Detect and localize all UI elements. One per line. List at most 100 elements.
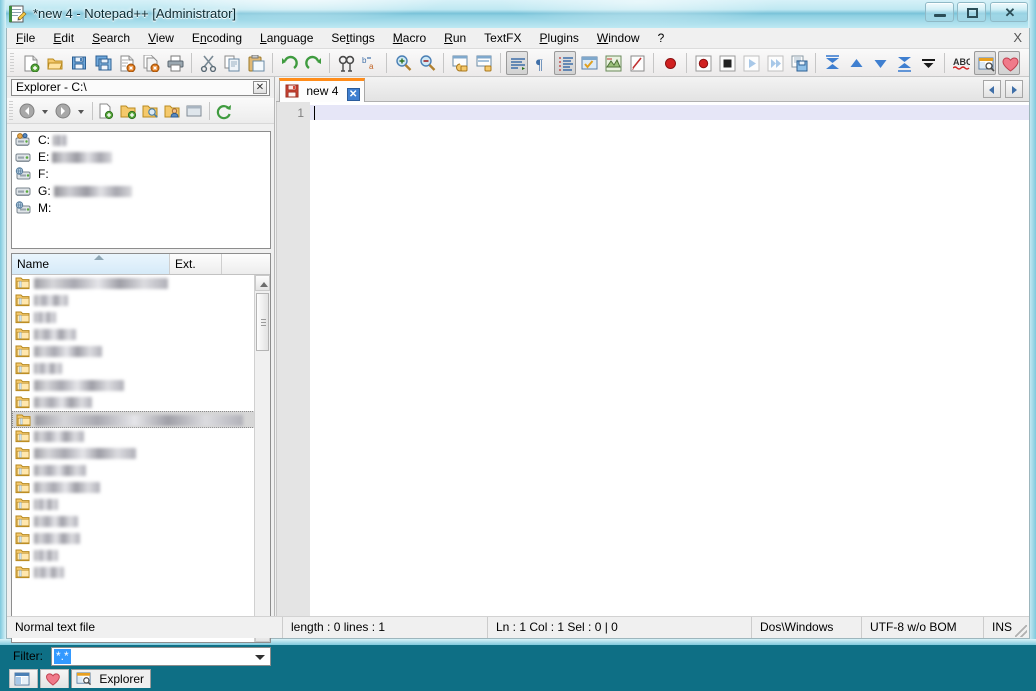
cut-icon[interactable] <box>197 51 219 75</box>
file-list-row[interactable] <box>12 445 255 462</box>
run-multiple-macro-icon[interactable] <box>764 51 786 75</box>
print-icon[interactable] <box>164 51 186 75</box>
forward-dropdown-icon[interactable] <box>75 100 88 122</box>
menu-item-search[interactable]: Search <box>83 28 139 48</box>
file-list-row[interactable] <box>12 377 255 394</box>
status-eol-format[interactable]: Dos\Windows <box>752 617 862 638</box>
tab-scroll-right-button[interactable] <box>1005 80 1023 98</box>
find-icon[interactable] <box>335 51 357 75</box>
zoom-out-icon[interactable] <box>416 51 438 75</box>
new-file-icon[interactable] <box>20 51 42 75</box>
file-list-row-selected[interactable] <box>12 411 255 428</box>
menu-item-textfx[interactable]: TextFX <box>475 28 530 48</box>
filter-input[interactable]: *.* <box>54 649 71 664</box>
open-file-icon[interactable] <box>44 51 66 75</box>
sync-horizontal-scroll-icon[interactable] <box>473 51 495 75</box>
file-list-row[interactable] <box>12 360 255 377</box>
menu-item-help[interactable]: ? <box>649 28 674 48</box>
menu-item-file[interactable]: FFileile <box>7 28 44 48</box>
drive-list[interactable]: C:E:F:G:M: <box>11 131 271 249</box>
drive-item[interactable]: C: <box>12 132 270 149</box>
dock-tab-project-panel[interactable] <box>9 669 38 688</box>
file-list-row[interactable] <box>12 462 255 479</box>
menu-item-plugins[interactable]: Plugins <box>531 28 588 48</box>
file-list-row[interactable] <box>12 394 255 411</box>
user-defined-dialog-icon[interactable] <box>578 51 600 75</box>
file-list-row[interactable] <box>12 326 255 343</box>
file-list-row[interactable] <box>12 309 255 326</box>
file-list-scrollbar[interactable] <box>254 275 270 642</box>
column-header-blank[interactable] <box>222 254 270 274</box>
save-macro-icon[interactable] <box>788 51 810 75</box>
drive-item[interactable]: F: <box>12 166 270 183</box>
menu-item-encoding[interactable]: Encoding <box>183 28 251 48</box>
tab-scroll-left-button[interactable] <box>983 80 1001 98</box>
folder-window-icon[interactable] <box>184 100 205 122</box>
explorer-panel-icon[interactable] <box>974 51 996 75</box>
dock-tab-explorer[interactable]: Explorer <box>71 669 151 688</box>
sync-vertical-scroll-icon[interactable] <box>449 51 471 75</box>
stop-record-icon[interactable] <box>716 51 738 75</box>
bookmark-last-icon[interactable] <box>893 51 915 75</box>
menu-item-edit[interactable]: Edit <box>44 28 83 48</box>
zoom-in-icon[interactable] <box>392 51 414 75</box>
menu-item-run[interactable]: Run <box>435 28 475 48</box>
chevron-down-icon[interactable] <box>255 655 265 660</box>
filter-combobox[interactable]: *.* <box>51 647 271 666</box>
close-all-files-icon[interactable] <box>140 51 162 75</box>
explorer-caption[interactable]: Explorer - C:\ ✕ <box>11 79 270 96</box>
favorites-icon[interactable] <box>998 51 1020 75</box>
resize-grip[interactable] <box>1015 625 1027 637</box>
bookmark-first-icon[interactable] <box>821 51 843 75</box>
bookmark-previous-icon[interactable] <box>845 51 867 75</box>
file-list-row[interactable] <box>12 564 255 581</box>
spell-check-icon[interactable]: ABC <box>950 51 972 75</box>
new-folder-icon[interactable] <box>118 100 139 122</box>
column-header-ext[interactable]: Ext. <box>170 254 222 274</box>
file-list-row[interactable] <box>12 496 255 513</box>
undo-icon[interactable] <box>278 51 300 75</box>
close-tab-icon[interactable]: ✕ <box>347 88 360 101</box>
file-list-row[interactable] <box>12 479 255 496</box>
file-list-row[interactable] <box>12 547 255 564</box>
back-icon[interactable] <box>17 100 38 122</box>
clear-bookmarks-icon[interactable] <box>917 51 939 75</box>
open-folder-icon[interactable] <box>140 100 161 122</box>
menu-item-view[interactable]: View <box>139 28 183 48</box>
indent-guideline-icon[interactable] <box>554 51 576 75</box>
explorer-toolbar-grip[interactable] <box>9 101 13 120</box>
title-bar[interactable]: *new 4 - Notepad++ [Administrator] ✕ <box>0 0 1036 28</box>
new-file-icon[interactable] <box>96 100 117 122</box>
copy-icon[interactable] <box>221 51 243 75</box>
redo-icon[interactable] <box>302 51 324 75</box>
drive-item[interactable]: G: <box>12 183 270 200</box>
folder-user-icon[interactable] <box>162 100 183 122</box>
document-map-icon[interactable] <box>602 51 624 75</box>
file-list-body[interactable] <box>12 275 255 642</box>
close-document-button[interactable]: X <box>1013 30 1022 45</box>
save-icon[interactable] <box>68 51 90 75</box>
menu-item-window[interactable]: Window <box>588 28 649 48</box>
drive-item[interactable]: M: <box>12 200 270 217</box>
bookmark-next-icon[interactable] <box>869 51 891 75</box>
minimize-button[interactable] <box>925 2 954 22</box>
paste-icon[interactable] <box>245 51 267 75</box>
show-all-characters-icon[interactable]: ¶ <box>530 51 552 75</box>
close-file-icon[interactable] <box>116 51 138 75</box>
maximize-restore-button[interactable] <box>957 2 986 22</box>
file-list-row[interactable] <box>12 275 255 292</box>
file-list-row[interactable] <box>12 292 255 309</box>
scrollbar-thumb[interactable] <box>256 293 269 351</box>
status-encoding[interactable]: UTF-8 w/o BOM <box>862 617 984 638</box>
file-list[interactable]: Name Ext. <box>11 253 271 643</box>
file-list-row[interactable] <box>12 530 255 547</box>
playback-icon[interactable] <box>740 51 762 75</box>
menu-item-language[interactable]: Language <box>251 28 322 48</box>
drive-item[interactable]: E: <box>12 149 270 166</box>
file-list-row[interactable] <box>12 428 255 445</box>
word-wrap-icon[interactable] <box>506 51 528 75</box>
menu-item-macro[interactable]: Macro <box>384 28 435 48</box>
replace-icon[interactable]: b a <box>359 51 381 75</box>
save-all-icon[interactable] <box>92 51 114 75</box>
column-header-name[interactable]: Name <box>12 254 170 274</box>
